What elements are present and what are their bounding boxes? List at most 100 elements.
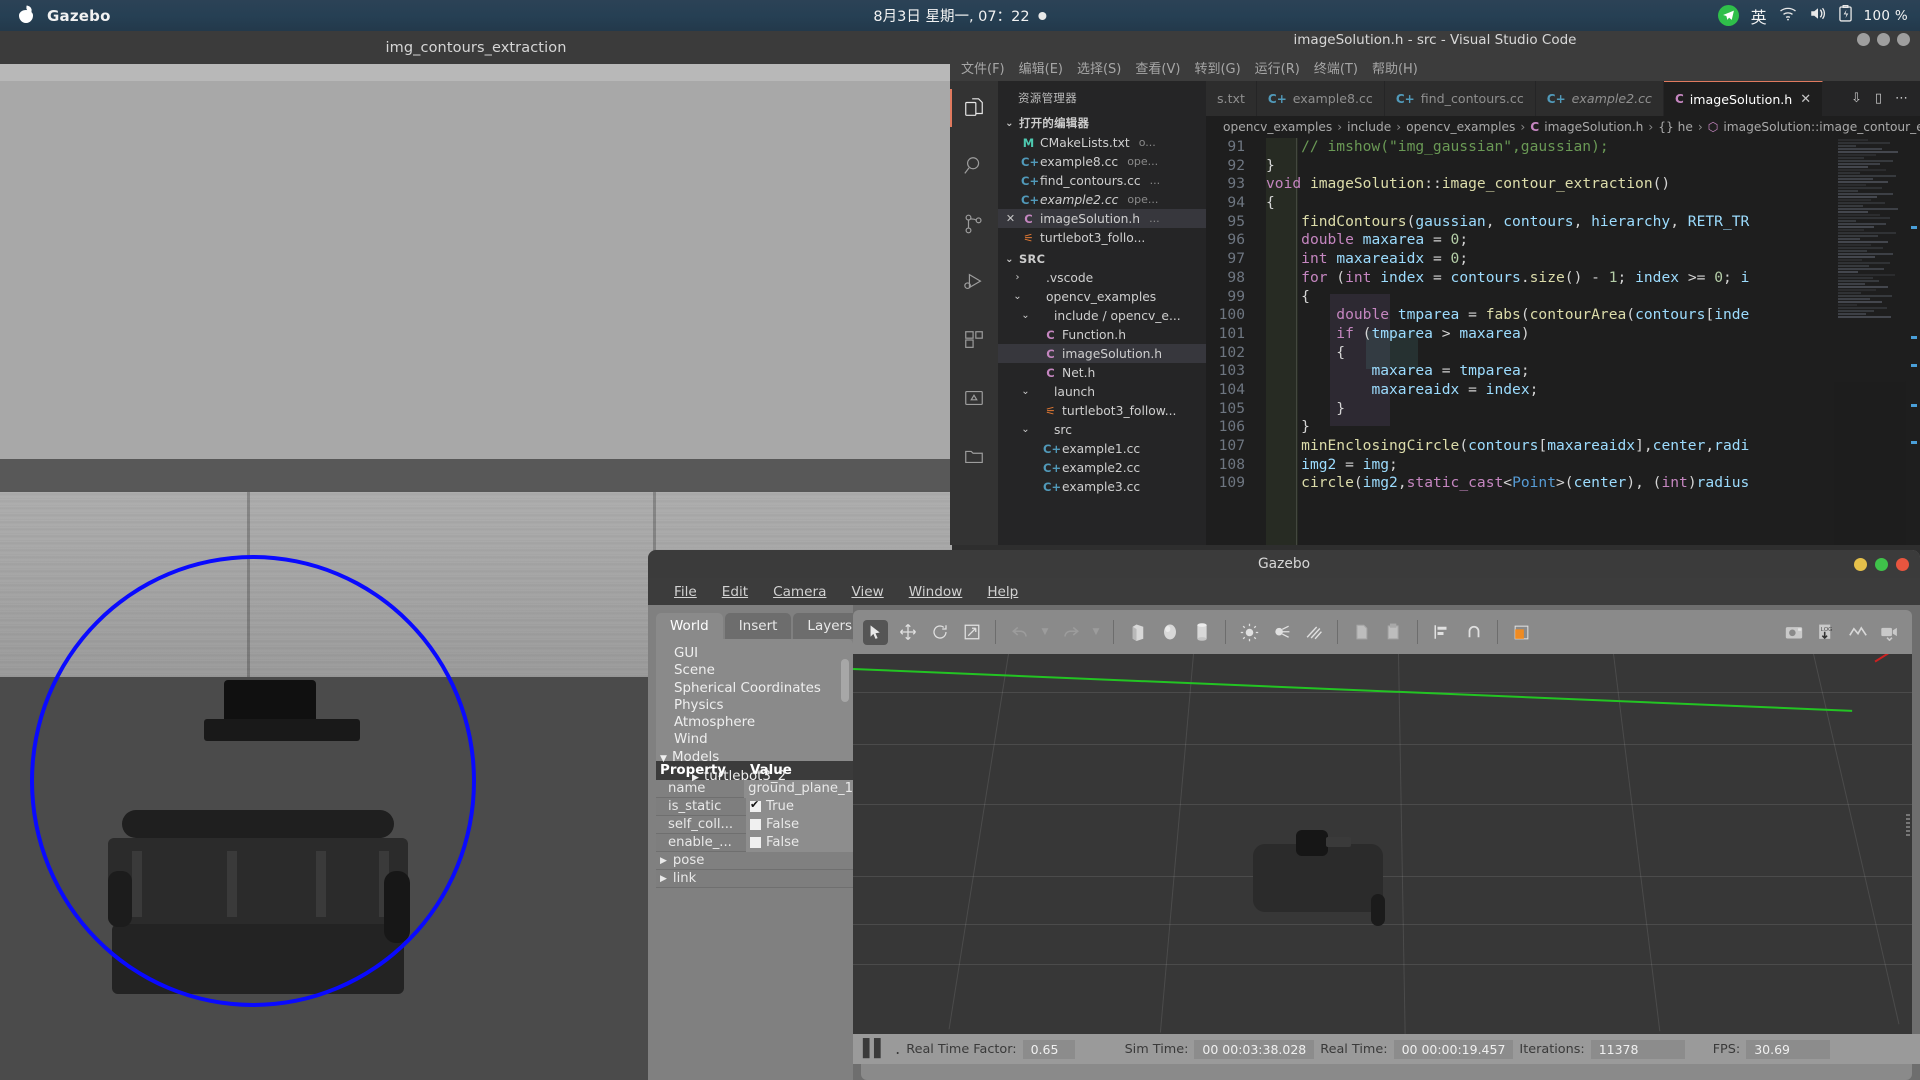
chevron-right-icon[interactable]: ▶ <box>692 770 704 787</box>
editor-tabs[interactable]: s.txt C+ example8.cc C+ find_contours.cc C+ ex… <box>1206 81 1920 116</box>
snap-icon[interactable] <box>1461 620 1486 645</box>
vscode-maximize-button[interactable] <box>1877 33 1890 46</box>
editor-tab-actions[interactable]: ⇩ ▯ ⋯ <box>1838 81 1920 116</box>
code-line[interactable]: 93 void imageSolution::image_contour_extr… <box>1206 175 1920 194</box>
property-table[interactable]: nameground_plane_1is_staticTrueself_coll… <box>656 779 853 852</box>
world-tree-item[interactable]: Wind <box>674 731 853 748</box>
world-tree-item[interactable]: Scene <box>674 662 853 679</box>
gazebo-close-button[interactable] <box>1896 557 1909 571</box>
file-tree-item[interactable]: ⌄ opencv_examples <box>998 287 1206 306</box>
breadcrumb-item-0[interactable]: opencv_examples <box>1223 120 1332 134</box>
select-arrow-icon[interactable] <box>863 619 888 645</box>
gazebo-3d-viewport[interactable] <box>853 654 1912 1034</box>
code-line[interactable]: 97 int maxareaidx = 0; <box>1206 250 1920 269</box>
system-top-panel[interactable]: Gazebo 8月3日 星期一, 07：22 英 100 % <box>0 0 1920 31</box>
editor-tab[interactable]: C+ find_contours.cc <box>1384 81 1536 116</box>
editor-scrollbar[interactable] <box>1906 138 1920 545</box>
open-editors-list[interactable]: M CMakeLists.txt o... C+ example8.cc ope... C+… <box>998 133 1206 247</box>
checkbox[interactable] <box>750 819 761 830</box>
property-value[interactable]: False <box>746 815 853 834</box>
menu-terminal[interactable]: 终端(T) <box>1314 58 1358 77</box>
sphere-icon[interactable] <box>1157 620 1182 645</box>
code-line[interactable]: 100 double tmparea = fabs(contourArea(co… <box>1206 306 1920 325</box>
viewport-resize-handle[interactable] <box>1906 814 1910 838</box>
gazebo-maximize-button[interactable] <box>1875 557 1888 571</box>
close-icon[interactable]: ✕ <box>1004 212 1017 225</box>
point-light-icon[interactable] <box>1237 620 1262 645</box>
input-method-indicator[interactable]: 英 <box>1751 4 1767 28</box>
gazebo-window-buttons[interactable] <box>1854 557 1909 571</box>
code-line[interactable]: 101 if (tmparea > maxarea) <box>1206 325 1920 344</box>
property-value[interactable]: True <box>746 797 853 816</box>
code-line[interactable]: 94 { <box>1206 194 1920 213</box>
paste-icon[interactable] <box>1381 620 1406 645</box>
telegram-icon[interactable] <box>1717 5 1739 26</box>
code-line[interactable]: 104 maxareaidx = index; <box>1206 381 1920 400</box>
open-editor-item[interactable]: M CMakeLists.txt o... <box>998 133 1206 152</box>
file-tree-item[interactable]: ⌄ src <box>998 420 1206 439</box>
remote-explorer-icon[interactable] <box>950 379 998 417</box>
open-editors-header[interactable]: ⌄ 打开的编辑器 <box>998 113 1206 133</box>
menu-view[interactable]: 查看(V) <box>1135 58 1180 77</box>
align-icon[interactable] <box>1429 620 1454 645</box>
file-tree-item[interactable]: › .vscode <box>998 268 1206 287</box>
world-tree-scrollbar[interactable] <box>841 659 849 702</box>
property-row[interactable]: self_coll... False <box>656 815 853 834</box>
vscode-window-buttons[interactable] <box>1857 33 1910 46</box>
screenshot-icon[interactable] <box>1781 620 1806 645</box>
editor-tab[interactable]: C+ example8.cc <box>1256 81 1385 116</box>
world-tree-item[interactable]: ▼ Models <box>660 749 853 768</box>
directional-light-icon[interactable] <box>1301 620 1326 645</box>
file-tree-item[interactable]: C+ example3.cc <box>998 477 1206 496</box>
code-line[interactable]: 102 { <box>1206 344 1920 363</box>
scale-icon[interactable] <box>959 620 984 645</box>
property-expand-link[interactable]: ▶ link <box>656 870 853 888</box>
breadcrumb[interactable]: opencv_examples › include › opencv_examp… <box>1206 116 1920 138</box>
property-value[interactable]: False <box>746 833 853 852</box>
redo-dropdown-icon[interactable]: ▼ <box>1090 620 1102 645</box>
breadcrumb-item-2[interactable]: opencv_examples <box>1406 120 1515 134</box>
file-tree-item[interactable]: ⌄ launch <box>998 382 1206 401</box>
chevron-down-icon[interactable]: ▼ <box>660 751 672 768</box>
file-tree-item[interactable]: C+ example2.cc <box>998 458 1206 477</box>
battery-charging-icon[interactable] <box>1838 4 1852 26</box>
editor-tab[interactable]: CimageSolution.h ✕ <box>1663 81 1824 116</box>
pause-icon[interactable]: ▌▌ <box>863 1039 887 1059</box>
file-tree-item[interactable]: C+ example1.cc <box>998 439 1206 458</box>
spot-light-icon[interactable] <box>1269 620 1294 645</box>
gazebo-minimize-button[interactable] <box>1854 557 1867 571</box>
code-editor[interactable]: 91 // imshow("img_gaussian",gaussian); 92… <box>1206 138 1920 545</box>
gazebo-menu-window[interactable]: Window <box>909 584 963 600</box>
open-editor-item[interactable]: C+ example8.cc ope... <box>998 152 1206 171</box>
file-tree[interactable]: › .vscode ⌄ opencv_examples ⌄ include / openc… <box>998 268 1206 496</box>
code-line[interactable]: 109 circle(img2,static_cast<Point>(cente… <box>1206 474 1920 493</box>
run-and-debug-icon[interactable] <box>950 263 998 301</box>
folder-icon[interactable] <box>950 437 998 475</box>
menu-file[interactable]: 文件(F) <box>961 58 1005 77</box>
gazebo-menu-help[interactable]: Help <box>987 584 1018 600</box>
property-row[interactable]: enable_... False <box>656 833 853 852</box>
src-folder-header[interactable]: ⌄ SRC <box>998 250 1206 268</box>
vscode-sidebar[interactable]: 资源管理器 ⌄ 打开的编辑器 M CMakeLists.txt o... C+ exam… <box>998 81 1206 545</box>
menu-edit[interactable]: 编辑(E) <box>1019 58 1063 77</box>
code-line[interactable]: 99 { <box>1206 288 1920 307</box>
open-editor-item[interactable]: C+ example2.cc ope... <box>998 190 1206 209</box>
log-record-icon[interactable]: LOG <box>1813 620 1838 645</box>
code-line[interactable]: 92} <box>1206 157 1920 176</box>
editor-minimap[interactable] <box>1834 138 1906 545</box>
cylinder-icon[interactable] <box>1189 620 1214 645</box>
system-clock[interactable]: 8月3日 星期一, 07：22 <box>873 5 1047 26</box>
plot-icon[interactable] <box>1845 620 1870 645</box>
world-tree-item[interactable]: Physics <box>674 697 853 714</box>
search-icon[interactable] <box>950 147 998 185</box>
active-app-name[interactable]: Gazebo <box>47 7 111 25</box>
file-tree-item[interactable]: ⚟ turtlebot3_follow... <box>998 401 1206 420</box>
world-tree-item[interactable]: GUI <box>674 645 853 662</box>
menu-selection[interactable]: 选择(S) <box>1077 58 1121 77</box>
code-line[interactable]: 98 for (int index = contours.size() - 1;… <box>1206 269 1920 288</box>
gazebo-menu-edit[interactable]: Edit <box>722 584 748 600</box>
gazebo-status-bar[interactable]: ▌▌ . Real Time Factor: 0.65 Sim Time: 00… <box>853 1034 1920 1064</box>
gazebo-menubar[interactable]: File Edit Camera View Window Help <box>648 578 1920 605</box>
view-mode-icon[interactable] <box>1509 620 1534 645</box>
file-tree-item[interactable]: CimageSolution.h <box>998 344 1206 363</box>
